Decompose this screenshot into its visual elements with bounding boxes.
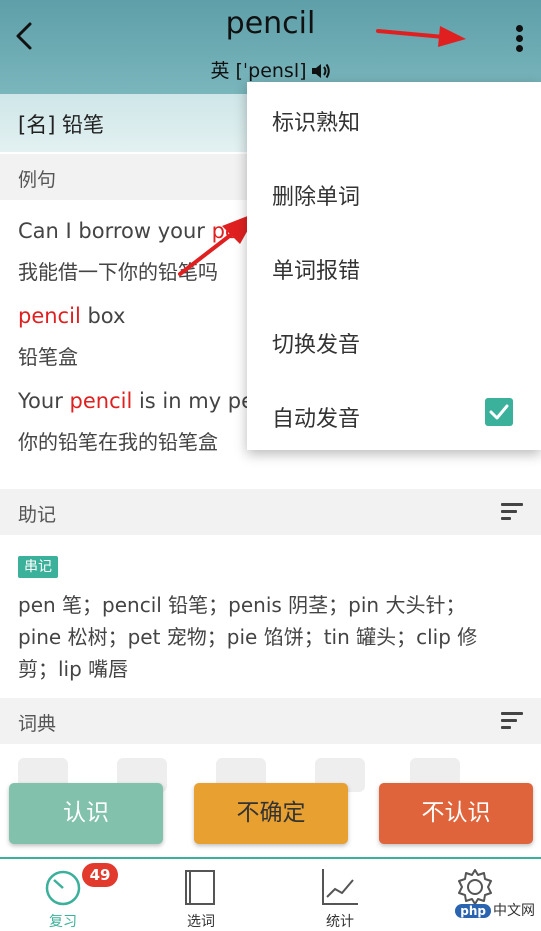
- mnemonic-line: pen 笔；pencil 铅笔；penis 阴茎；pin 大头针；: [18, 593, 466, 617]
- example-sentence[interactable]: pencil box: [18, 304, 125, 328]
- auto-pronounce-checkbox[interactable]: [485, 398, 513, 426]
- header: pencil 英 [ˈpensl]: [0, 0, 541, 94]
- overflow-menu: 标识熟知 删除单词 单词报错 切换发音 自动发音: [247, 82, 541, 450]
- tab-label: 选词: [187, 914, 215, 930]
- check-icon: [489, 404, 509, 420]
- dictionary-section-header: 词典: [0, 698, 541, 744]
- menu-item-mark-known[interactable]: 标识熟知: [272, 105, 360, 137]
- menu-item-delete-word[interactable]: 删除单词: [272, 179, 360, 211]
- review-count-badge: 49: [82, 863, 118, 887]
- unsure-button[interactable]: 不确定: [194, 783, 348, 844]
- menu-item-auto-pronounce[interactable]: 自动发音: [272, 401, 360, 433]
- mnemonic-line: 剪；lip 嘴唇: [18, 657, 129, 681]
- example-translation: 我能借一下你的铅笔吗: [18, 260, 218, 284]
- tab-review[interactable]: 49 复习: [8, 859, 118, 930]
- tab-select-words[interactable]: 选词: [146, 859, 256, 930]
- word-title: pencil: [225, 6, 316, 41]
- example-translation: 铅笔盒: [18, 345, 78, 369]
- example-translation: 你的铅笔在我的铅笔盒: [18, 430, 218, 454]
- tab-label: 复习: [49, 914, 77, 930]
- menu-item-report-error[interactable]: 单词报错: [272, 253, 360, 285]
- dictionary-section-title: 词典: [18, 713, 57, 735]
- know-button[interactable]: 认识: [9, 783, 163, 844]
- unknown-button[interactable]: 不认识: [379, 783, 533, 844]
- definition-text: [名] 铅笔: [18, 113, 105, 137]
- more-vert-icon[interactable]: [508, 22, 530, 60]
- example-sentence[interactable]: Your pencil is in my pe: [18, 389, 254, 413]
- chart-icon: [322, 869, 358, 905]
- tab-statistics[interactable]: 统计: [285, 859, 395, 930]
- sort-icon[interactable]: [501, 712, 523, 730]
- examples-section-title: 例句: [18, 169, 57, 191]
- example-sentence[interactable]: Can I borrow your pe: [18, 219, 238, 243]
- mnemonic-tag: 串记: [18, 556, 58, 578]
- stopwatch-icon: [45, 870, 81, 906]
- phonetic-text: 英 [ˈpensl]: [210, 60, 307, 82]
- speaker-icon[interactable]: [311, 62, 331, 80]
- book-icon: [185, 870, 215, 905]
- mnemonic-section-header: 助记: [0, 489, 541, 535]
- mnemonic-line: pine 松树；pet 宠物；pie 馅饼；tin 罐头；clip 修: [18, 625, 478, 649]
- phonetic-row[interactable]: 英 [ˈpensl]: [0, 56, 541, 83]
- sort-icon[interactable]: [501, 503, 523, 521]
- mnemonic-section-title: 助记: [18, 504, 57, 526]
- menu-item-switch-pronunciation[interactable]: 切换发音: [272, 327, 360, 359]
- tab-label: 统计: [326, 914, 354, 930]
- watermark: php 中文网: [455, 900, 535, 920]
